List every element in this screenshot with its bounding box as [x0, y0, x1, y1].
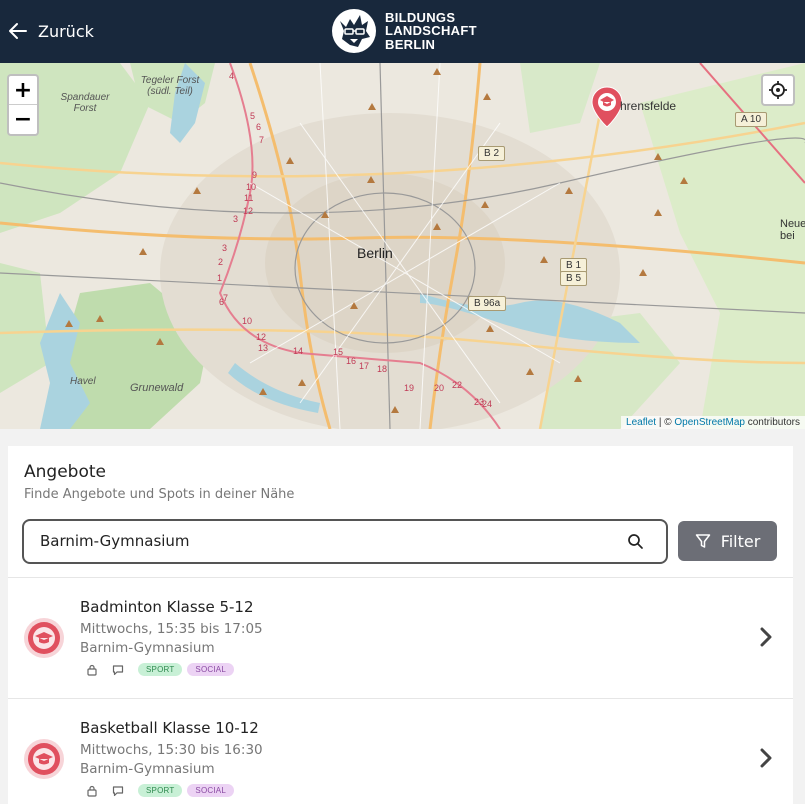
item-title: Badminton Klasse 5-12 [80, 598, 254, 616]
logo-text: BILDUNGS LANDSCHAFT BERLIN [385, 11, 477, 52]
map[interactable]: Spandauer Forst Tegeler Forst (südl. Tei… [0, 63, 805, 429]
wolf-logo-icon [332, 9, 376, 53]
route-number: 19 [404, 383, 415, 393]
road-badge: B 2 [478, 146, 506, 161]
logo-line: BILDUNGS [385, 9, 456, 25]
item-location: Barnim-Gymnasium [80, 640, 215, 656]
route-number: 12 [243, 206, 254, 216]
zoom-out-button[interactable]: − [9, 105, 37, 134]
map-place-label: Neue bei [780, 218, 805, 242]
item-meta: SPORT SOCIAL [86, 784, 239, 797]
tag-sport: SPORT [138, 663, 183, 676]
route-number: 24 [482, 399, 493, 409]
route-number: 3 [233, 214, 239, 224]
item-meta: SPORT SOCIAL [86, 663, 239, 676]
route-number: 14 [293, 346, 304, 356]
route-number: 7 [223, 293, 229, 303]
route-number: 4 [229, 71, 235, 81]
app-header: Zurück BILDUNGS LANDSCHAFT BERLIN [0, 0, 805, 63]
route-number: 10 [246, 182, 257, 192]
graduation-cap-icon [24, 618, 64, 658]
lock-icon [87, 785, 97, 797]
tag-sport: SPORT [138, 784, 183, 797]
logo: BILDUNGS LANDSCHAFT BERLIN [330, 6, 477, 56]
list-item[interactable]: Basketball Klasse 10-12 Mittwochs, 15:30… [8, 698, 793, 804]
road-badge: B 5 [560, 271, 588, 286]
leaflet-link[interactable]: Leaflet [626, 417, 656, 428]
search-input[interactable] [40, 532, 600, 550]
lock-icon [87, 664, 97, 676]
panel-title: Angebote [24, 462, 106, 482]
route-number: 22 [452, 380, 463, 390]
route-number: 11 [244, 193, 254, 203]
route-number: 18 [377, 364, 388, 374]
road-badge: A 10 [735, 112, 768, 127]
chat-icon [112, 664, 124, 675]
route-number: 10 [242, 316, 253, 326]
back-label: Zurück [38, 21, 94, 41]
route-number: 16 [346, 356, 357, 366]
route-number: 2 [218, 257, 224, 267]
route-number: 1 [217, 273, 223, 283]
map-attribution: Leaflet | © OpenStreetMap contributors [621, 416, 805, 429]
search-icon[interactable] [627, 533, 644, 550]
city-label: Berlin [357, 245, 393, 261]
osm-link[interactable]: OpenStreetMap [674, 417, 745, 428]
zoom-control: + − [7, 74, 39, 136]
route-number: 15 [333, 347, 344, 357]
offers-panel: Angebote Finde Angebote und Spots in dei… [8, 446, 793, 804]
map-place-label: hrensfelde [620, 99, 677, 113]
map-place-label: Havel [70, 376, 96, 387]
road-badge: B 96a [468, 296, 507, 311]
locate-button[interactable] [761, 74, 795, 106]
attribution-separator: | © [656, 417, 675, 428]
item-time: Mittwochs, 15:30 bis 16:30 [80, 742, 263, 758]
route-number: 17 [359, 361, 370, 371]
arrow-left-icon [9, 23, 27, 39]
route-number: 5 [250, 111, 256, 121]
route-number: 6 [256, 122, 262, 132]
list-item[interactable]: Badminton Klasse 5-12 Mittwochs, 15:35 b… [8, 577, 793, 697]
attribution-suffix: contributors [744, 417, 800, 428]
filter-label: Filter [720, 531, 761, 551]
back-button[interactable]: Zurück [8, 16, 94, 46]
crosshair-icon [769, 81, 787, 99]
map-place-label: Grunewald [130, 382, 184, 394]
route-number: 13 [258, 343, 269, 353]
funnel-icon [695, 534, 710, 548]
panel-subtitle: Finde Angebote und Spots in deiner Nähe [24, 487, 295, 502]
tag-social: SOCIAL [187, 663, 234, 676]
filter-button[interactable]: Filter [678, 521, 777, 561]
route-number: 3 [222, 243, 228, 253]
graduation-cap-icon [24, 739, 64, 779]
map-place-label: Tegeler Forst (südl. Teil) [140, 75, 200, 97]
item-location: Barnim-Gymnasium [80, 761, 215, 777]
route-number: 20 [434, 383, 445, 393]
chevron-right-icon [760, 748, 772, 768]
tag-social: SOCIAL [187, 784, 234, 797]
item-time: Mittwochs, 15:35 bis 17:05 [80, 621, 263, 637]
map-tiles [0, 63, 805, 429]
route-number: 7 [259, 135, 265, 145]
logo-line: LANDSCHAFT [385, 23, 477, 39]
chevron-right-icon [760, 627, 772, 647]
map-place-label: Spandauer Forst [60, 92, 110, 114]
route-number: 12 [256, 332, 267, 342]
route-number: 9 [252, 170, 258, 180]
logo-line: BERLIN [385, 36, 436, 52]
zoom-in-button[interactable]: + [9, 76, 37, 105]
item-title: Basketball Klasse 10-12 [80, 719, 259, 737]
chat-icon [112, 785, 124, 796]
search-box[interactable] [22, 519, 668, 564]
